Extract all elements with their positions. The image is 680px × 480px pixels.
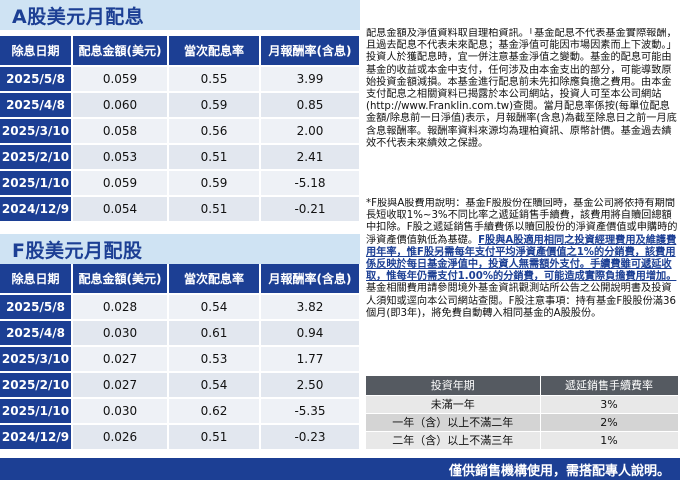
table-header-row: 投資年期 遞延銷售手續費率 (366, 376, 679, 395)
table-cell: 2% (540, 412, 679, 431)
table-cell: -0.21 (260, 196, 361, 223)
table-cell: 2024/12/9 (0, 196, 73, 223)
table-cell: 0.61 (168, 320, 261, 347)
table-row: 2024/12/9 0.026 0.51 -0.23 (0, 424, 361, 451)
table-cell: 0.56 (168, 118, 261, 145)
table-cell: 3% (540, 394, 679, 413)
table-row: 未滿一年 3% (366, 394, 679, 413)
table-cell: 2025/2/10 (0, 372, 73, 399)
table-cell: 0.54 (168, 372, 261, 399)
a-share-title-band: A股美元月配息 (0, 0, 360, 30)
table-row: 2025/4/8 0.060 0.59 0.85 (0, 92, 361, 119)
table-cell: 2025/5/8 (0, 294, 73, 321)
fee-explanation-part2: 基金相關費用請參閱境外基金資訊觀測站所公告之公開說明書及投資人須知或逕向本公司網… (366, 283, 676, 319)
table-row: 2025/2/10 0.027 0.54 2.50 (0, 372, 361, 399)
table-cell: 0.027 (72, 372, 169, 399)
table-row: 2025/4/8 0.030 0.61 0.94 (0, 320, 361, 347)
table-row: 二年（含）以上不滿三年 1% (366, 430, 679, 449)
table-cell: -0.23 (260, 424, 361, 451)
fee-explanation: *F股與A股費用說明：基金F股股份在贖回時，基金公司將依持有期間長短收取1%~3… (366, 198, 678, 368)
table-cell: 0.51 (168, 424, 261, 451)
footer-bar: 僅供銷售機構使用，需搭配專人說明。 (0, 458, 680, 480)
table-cell: 1.77 (260, 346, 361, 373)
table-row: 2025/3/10 0.027 0.53 1.77 (0, 346, 361, 373)
f-share-title-band: F股美元月配股 (0, 234, 360, 264)
table-header-row: 除息日期 配息金額(美元) 當次配息率 月報酬率(含息) (0, 264, 361, 295)
distribution-disclaimer: 配息金額及淨值資料取自理柏資訊。「基金配息不代表基金實際報酬，且過去配息不代表未… (366, 28, 678, 194)
table-cell: 0.59 (168, 92, 261, 119)
table-cell: 2.41 (260, 144, 361, 171)
table-cell: 0.058 (72, 118, 169, 145)
a-share-table: 除息日期 配息金額(美元) 當次配息率 月報酬率(含息) 2025/5/8 0.0… (0, 36, 361, 223)
header-ex-date: 除息日期 (0, 36, 73, 67)
header-rate: 當次配息率 (168, 264, 261, 295)
header-return: 月報酬率(含息) (260, 36, 361, 67)
table-cell: 0.59 (168, 170, 261, 197)
table-row: 2025/5/8 0.059 0.55 3.99 (0, 66, 361, 93)
table-cell: 2025/1/10 (0, 398, 73, 425)
table-cell: -5.18 (260, 170, 361, 197)
header-ex-date: 除息日期 (0, 264, 73, 295)
table-cell: 2.00 (260, 118, 361, 145)
table-cell: 0.054 (72, 196, 169, 223)
table-cell: 0.55 (168, 66, 261, 93)
table-cell: 0.026 (72, 424, 169, 451)
table-row: 2025/2/10 0.053 0.51 2.41 (0, 144, 361, 171)
table-cell: 0.030 (72, 398, 169, 425)
table-cell: 0.62 (168, 398, 261, 425)
table-cell: 0.059 (72, 170, 169, 197)
a-share-title: A股美元月配息 (12, 6, 145, 28)
distribution-disclaimer-text: 配息金額及淨值資料取自理柏資訊。「基金配息不代表基金實際報酬，且過去配息不代表未… (366, 28, 677, 149)
table-cell: 2.50 (260, 372, 361, 399)
table-cell: 2025/4/8 (0, 320, 73, 347)
table-cell: -5.35 (260, 398, 361, 425)
table-cell: 0.030 (72, 320, 169, 347)
table-cell: 0.059 (72, 66, 169, 93)
table-cell: 2025/1/10 (0, 170, 73, 197)
header-return: 月報酬率(含息) (260, 264, 361, 295)
table-cell: 0.51 (168, 144, 261, 171)
table-row: 2025/1/10 0.030 0.62 -5.35 (0, 398, 361, 425)
table-cell: 一年（含）以上不滿二年 (366, 412, 541, 431)
footer-notice: 僅供銷售機構使用，需搭配專人說明。 (448, 464, 670, 479)
table-cell: 2025/2/10 (0, 144, 73, 171)
table-cell: 0.060 (72, 92, 169, 119)
table-cell: 2024/12/9 (0, 424, 73, 451)
header-amount: 配息金額(美元) (72, 36, 169, 67)
table-cell: 二年（含）以上不滿三年 (366, 430, 541, 449)
table-row: 2025/3/10 0.058 0.56 2.00 (0, 118, 361, 145)
table-row: 一年（含）以上不滿二年 2% (366, 412, 679, 431)
table-header-row: 除息日期 配息金額(美元) 當次配息率 月報酬率(含息) (0, 36, 361, 67)
table-cell: 2025/3/10 (0, 346, 73, 373)
table-cell: 0.54 (168, 294, 261, 321)
f-share-title: F股美元月配股 (12, 240, 143, 262)
table-cell: 0.85 (260, 92, 361, 119)
table-cell: 0.94 (260, 320, 361, 347)
table-cell: 2025/3/10 (0, 118, 73, 145)
header-rate: 當次配息率 (168, 36, 261, 67)
table-row: 2024/12/9 0.054 0.51 -0.21 (0, 196, 361, 223)
table-cell: 0.028 (72, 294, 169, 321)
table-cell: 3.99 (260, 66, 361, 93)
table-cell: 3.82 (260, 294, 361, 321)
f-share-table: 除息日期 配息金額(美元) 當次配息率 月報酬率(含息) 2025/5/8 0.0… (0, 264, 361, 451)
table-cell: 未滿一年 (366, 394, 541, 413)
table-cell: 0.053 (72, 144, 169, 171)
table-cell: 2025/5/8 (0, 66, 73, 93)
header-holding-period: 投資年期 (366, 376, 541, 395)
header-amount: 配息金額(美元) (72, 264, 169, 295)
table-cell: 0.53 (168, 346, 261, 373)
deferred-sales-charge-table: 投資年期 遞延銷售手續費率 未滿一年 3% 一年（含）以上不滿二年 2% 二年（含）以上… (366, 376, 679, 449)
table-cell: 0.027 (72, 346, 169, 373)
table-cell: 2025/4/8 (0, 92, 73, 119)
header-charge-rate: 遞延銷售手續費率 (540, 376, 679, 395)
table-row: 2025/1/10 0.059 0.59 -5.18 (0, 170, 361, 197)
table-cell: 1% (540, 430, 679, 449)
table-cell: 0.51 (168, 196, 261, 223)
table-row: 2025/5/8 0.028 0.54 3.82 (0, 294, 361, 321)
